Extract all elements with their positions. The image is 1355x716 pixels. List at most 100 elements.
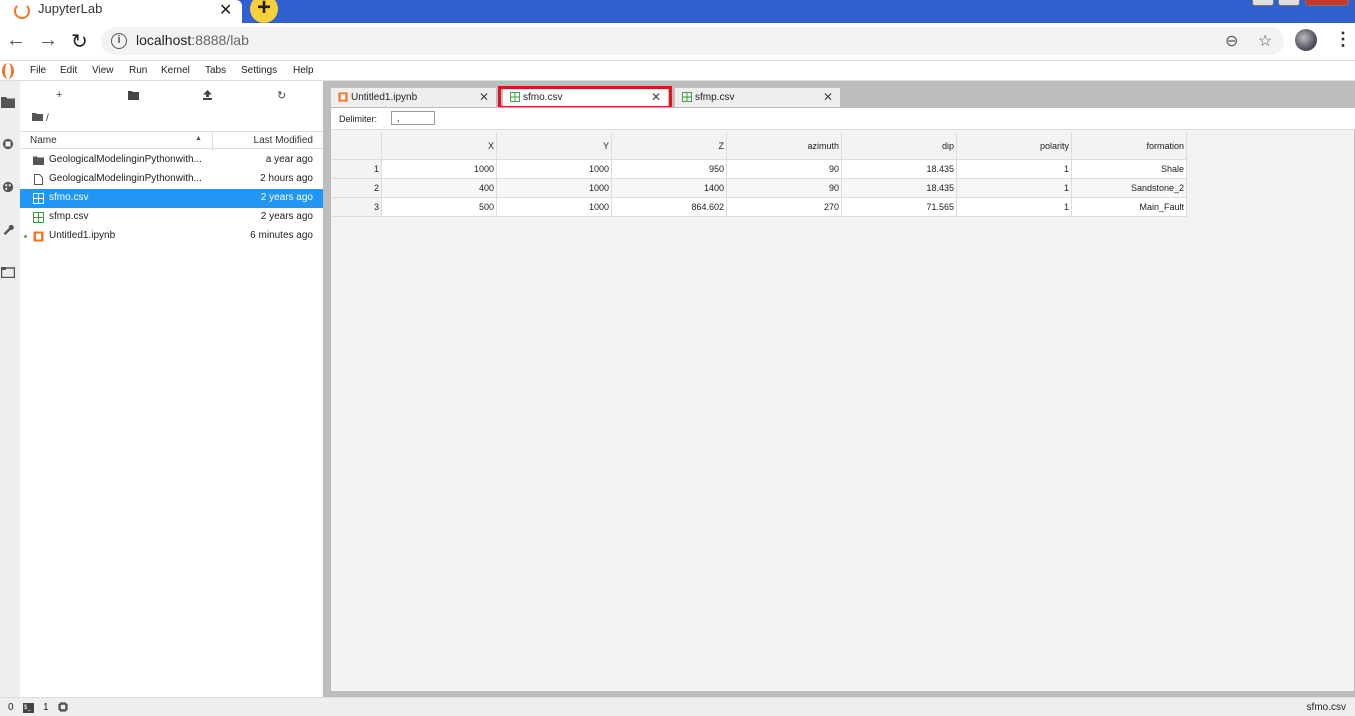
address-bar[interactable]: i localhost:8888/lab ⊖ ☆ <box>101 27 1284 55</box>
column-name-header[interactable]: Name <box>30 135 57 146</box>
cpu-icon[interactable] <box>58 702 68 712</box>
browser-menu-icon[interactable]: ⋮ <box>1334 29 1352 50</box>
menu-settings[interactable]: Settings <box>241 65 277 76</box>
refresh-icon[interactable]: ↻ <box>277 89 286 102</box>
grid-cell[interactable]: 90 <box>727 160 842 179</box>
menu-file[interactable]: File <box>30 65 46 76</box>
file-browser-panel: + ↻ / Name ▲ Last Modified GeologicalMod… <box>20 81 323 697</box>
notebook-icon <box>338 92 348 102</box>
file-modified: a year ago <box>265 154 313 165</box>
grid-cell[interactable]: 1400 <box>612 179 727 198</box>
grid-cell[interactable]: 18.435 <box>842 160 957 179</box>
profile-avatar[interactable] <box>1295 29 1317 51</box>
home-folder-icon[interactable] <box>32 113 43 121</box>
terminal-icon[interactable]: $_ <box>23 703 34 713</box>
menu-help[interactable]: Help <box>293 65 314 76</box>
delimiter-select[interactable]: , <box>391 111 435 125</box>
row-header[interactable]: 3 <box>331 198 382 217</box>
grid-cell[interactable]: 1000 <box>497 198 612 217</box>
new-folder-icon[interactable] <box>128 91 139 100</box>
grid-cell[interactable]: 864.602 <box>612 198 727 217</box>
delimiter-label: Delimiter: <box>339 114 378 124</box>
wrench-icon[interactable] <box>1 223 15 235</box>
grid-corner-header[interactable] <box>331 132 382 160</box>
browser-tab-title: JupyterLab <box>38 1 103 16</box>
file-row[interactable]: GeologicalModelinginPythonwith... a year … <box>20 151 323 170</box>
file-name: sfmp.csv <box>49 211 89 222</box>
spreadsheet-icon <box>33 212 44 223</box>
grid-cell[interactable]: 1000 <box>497 179 612 198</box>
tabs-icon[interactable] <box>1 266 15 278</box>
column-header[interactable]: Z <box>612 132 727 160</box>
status-bar: 0 $_ 1 sfmo.csv <box>0 697 1355 716</box>
maximize-window-button[interactable] <box>1278 0 1300 6</box>
grid-cell[interactable]: 1 <box>957 179 1072 198</box>
new-tab-button[interactable]: + <box>250 0 278 23</box>
file-row[interactable]: Untitled1.ipynb 6 minutes ago <box>20 227 323 246</box>
grid-cell[interactable]: 500 <box>382 198 497 217</box>
main-dock-area: Untitled1.ipynb ✕ sfmo.csv ✕ sfmp.csv ✕ Delim… <box>330 81 1355 697</box>
column-header[interactable]: azimuth <box>727 132 842 160</box>
upload-icon[interactable] <box>203 90 212 100</box>
grid-cell[interactable]: 270 <box>727 198 842 217</box>
grid-cell[interactable]: 71.565 <box>842 198 957 217</box>
new-launcher-button[interactable]: + <box>56 89 62 101</box>
grid-cell[interactable]: 1 <box>957 198 1072 217</box>
panel-splitter[interactable] <box>323 81 330 697</box>
grid-cell[interactable]: Main_Fault <box>1072 198 1187 217</box>
palette-icon[interactable] <box>1 181 15 193</box>
forward-arrow-icon[interactable]: → <box>38 29 58 52</box>
grid-cell[interactable]: Sandstone_2 <box>1072 179 1187 198</box>
file-name: GeologicalModelinginPythonwith... <box>49 154 202 165</box>
menu-view[interactable]: View <box>92 65 114 76</box>
column-header[interactable]: X <box>382 132 497 160</box>
info-icon[interactable]: i <box>111 33 127 49</box>
grid-cell[interactable]: 90 <box>727 179 842 198</box>
zoom-icon[interactable]: ⊖ <box>1225 31 1238 51</box>
grid-cell[interactable]: 950 <box>612 160 727 179</box>
sort-ascending-icon[interactable]: ▲ <box>195 135 202 142</box>
file-name: GeologicalModelinginPythonwith... <box>49 173 202 184</box>
terminal-count[interactable]: 1 <box>43 702 49 713</box>
reload-icon[interactable]: ↻ <box>71 29 88 54</box>
row-header[interactable]: 1 <box>331 160 382 179</box>
close-tab-icon[interactable]: ✕ <box>823 90 833 104</box>
menu-tabs[interactable]: Tabs <box>205 65 226 76</box>
doc-tab[interactable]: sfmp.csv ✕ <box>674 87 841 107</box>
kernel-count[interactable]: 0 <box>8 702 14 713</box>
menu-run[interactable]: Run <box>129 65 147 76</box>
column-header[interactable]: dip <box>842 132 957 160</box>
url-text[interactable]: localhost:8888/lab <box>136 32 249 48</box>
breadcrumb[interactable]: / <box>32 113 49 124</box>
column-divider[interactable] <box>212 132 213 150</box>
column-header[interactable]: polarity <box>957 132 1072 160</box>
folder-icon[interactable] <box>1 96 15 108</box>
close-tab-icon[interactable]: ✕ <box>479 90 489 104</box>
grid-cell[interactable]: 18.435 <box>842 179 957 198</box>
minimize-window-button[interactable] <box>1252 0 1274 6</box>
file-row[interactable]: sfmo.csv 2 years ago <box>20 189 323 208</box>
file-row[interactable]: GeologicalModelinginPythonwith... 2 hours… <box>20 170 323 189</box>
grid-cell[interactable]: 1000 <box>382 160 497 179</box>
grid-cell[interactable]: 1000 <box>497 160 612 179</box>
browser-toolbar: ← → ↻ i localhost:8888/lab ⊖ ☆ ⋮ <box>0 23 1355 61</box>
close-window-button[interactable] <box>1305 0 1349 6</box>
grid-cell[interactable]: 1 <box>957 160 1072 179</box>
csv-toolbar: Delimiter: , <box>331 108 1355 130</box>
grid-cell[interactable]: 400 <box>382 179 497 198</box>
column-header[interactable]: formation <box>1072 132 1187 160</box>
doc-tab[interactable]: Untitled1.ipynb ✕ <box>330 87 497 107</box>
back-arrow-icon[interactable]: ← <box>6 29 26 52</box>
column-modified-header[interactable]: Last Modified <box>254 135 313 146</box>
close-tab-icon[interactable]: ✕ <box>219 0 232 20</box>
browser-tab[interactable]: JupyterLab ✕ <box>0 0 242 23</box>
bookmark-star-icon[interactable]: ☆ <box>1258 31 1272 51</box>
menu-kernel[interactable]: Kernel <box>161 65 190 76</box>
running-sessions-icon[interactable] <box>1 138 15 150</box>
spreadsheet-icon <box>33 193 44 204</box>
grid-cell[interactable]: Shale <box>1072 160 1187 179</box>
row-header[interactable]: 2 <box>331 179 382 198</box>
file-row[interactable]: sfmp.csv 2 years ago <box>20 208 323 227</box>
column-header[interactable]: Y <box>497 132 612 160</box>
menu-edit[interactable]: Edit <box>60 65 77 76</box>
